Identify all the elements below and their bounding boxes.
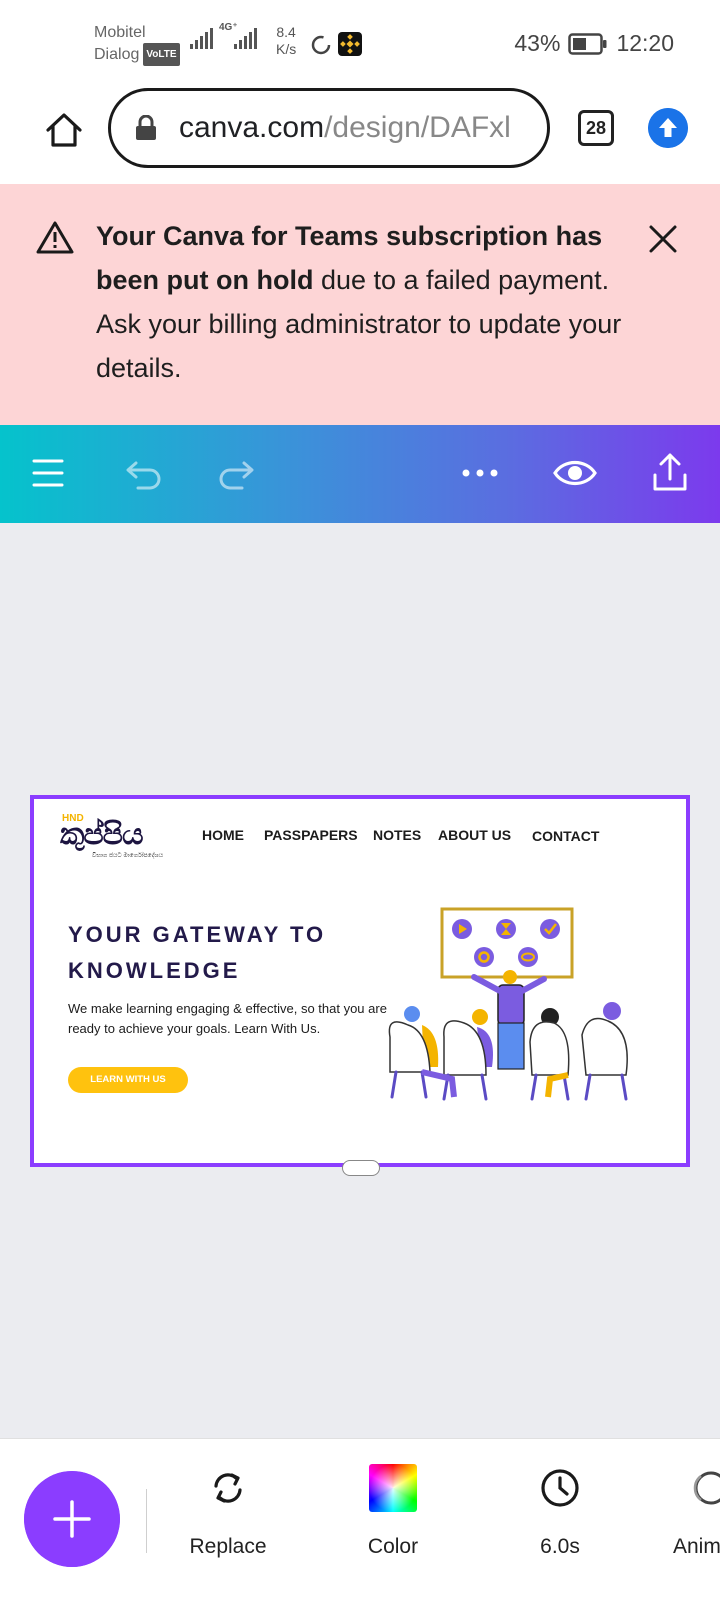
undo-icon[interactable] [124,451,164,495]
binance-icon [338,32,362,56]
signal-icon-2 [234,28,257,49]
hero-title: YOUR GATEWAY TO KNOWLEDGE [68,917,388,989]
carrier-1: Mobitel [94,24,146,41]
net-speed: 8.4 K/s [276,24,296,58]
hero-title-line-2: KNOWLEDGE [68,958,241,983]
nav-notes[interactable]: NOTES [373,827,421,843]
duration-tool[interactable]: 6.0s [505,1461,615,1559]
design-page[interactable]: HND කුප්පිය විභාග ජයට මාර්ගෝපදේශය HOME P… [30,795,690,1167]
color-swatch-icon [369,1464,417,1512]
upload-arrow-icon[interactable] [648,108,688,148]
bottom-toolbar: Replace Color 6.0s Anim [0,1438,720,1600]
hero-title-line-1: YOUR GATEWAY TO [68,922,327,947]
toolbar-divider [146,1489,147,1553]
nav-passpapers[interactable]: PASSPAPERS [264,827,358,843]
status-right: 43% 12:20 [514,30,674,57]
url-path: /design/DAFxl [324,111,511,144]
close-icon[interactable] [648,224,678,254]
color-label: Color [367,1535,419,1558]
lock-icon [136,115,156,140]
replace-label: Replace [189,1535,267,1558]
carrier-2: Dialog [94,46,140,63]
browser-url-row: canva.com/design/DAFxl 28 [0,88,720,184]
duration-label: 6.0s [540,1535,580,1558]
hero-description: We make learning engaging & effective, s… [68,1001,387,1036]
nav-contact[interactable]: CONTACT [532,828,599,844]
replace-icon [214,1473,242,1503]
logo-subtitle: විභාග ජයට මාර්ගෝපදේශය [92,853,164,859]
url-domain: canva.com [179,111,325,144]
battery-percent: 43% [514,30,561,56]
net-speed-value: 8.4 [276,24,296,40]
status-bar: Mobitel Dialog VoLTE 4G⁺ 8.4 K/s 43% 12:2… [0,0,720,88]
team-meeting-illustration [388,907,628,1101]
net-speed-unit: K/s [276,41,297,57]
replace-tool[interactable]: Replace [173,1461,283,1559]
animate-tool[interactable]: Anim [655,1461,720,1559]
add-element-button[interactable] [24,1471,120,1567]
resize-handle[interactable] [342,1160,380,1176]
animate-label: Anim [673,1535,720,1558]
carrier-info: Mobitel Dialog VoLTE [94,22,180,66]
subscription-hold-banner: Your Canva for Teams subscription has be… [0,184,720,425]
home-icon[interactable] [44,110,84,150]
color-tool[interactable]: Color [338,1461,448,1559]
clock-time: 12:20 [616,30,674,56]
nav-about-us[interactable]: ABOUT US [438,827,511,843]
signal-icon [190,28,213,49]
battery-icon [568,32,607,55]
tab-switcher-button[interactable]: 28 [578,110,614,146]
editor-toolbar [0,425,720,523]
menu-icon[interactable] [32,451,64,495]
clock-icon [541,1469,579,1507]
url-bar[interactable]: canva.com/design/DAFxl [108,88,550,168]
sync-icon [311,35,331,55]
preview-eye-icon[interactable] [552,451,598,495]
learn-with-us-button[interactable]: LEARN WITH US [68,1067,188,1093]
volte-badge: VoLTE [143,43,180,66]
share-icon[interactable] [650,451,690,495]
banner-message: Your Canva for Teams subscription has be… [96,214,636,390]
animate-icon [693,1471,720,1505]
logo-text: කුප්පිය [60,817,144,852]
nav-home[interactable]: HOME [202,827,244,843]
more-icon[interactable] [460,451,500,495]
warning-icon [36,221,74,254]
redo-icon[interactable] [216,451,256,495]
